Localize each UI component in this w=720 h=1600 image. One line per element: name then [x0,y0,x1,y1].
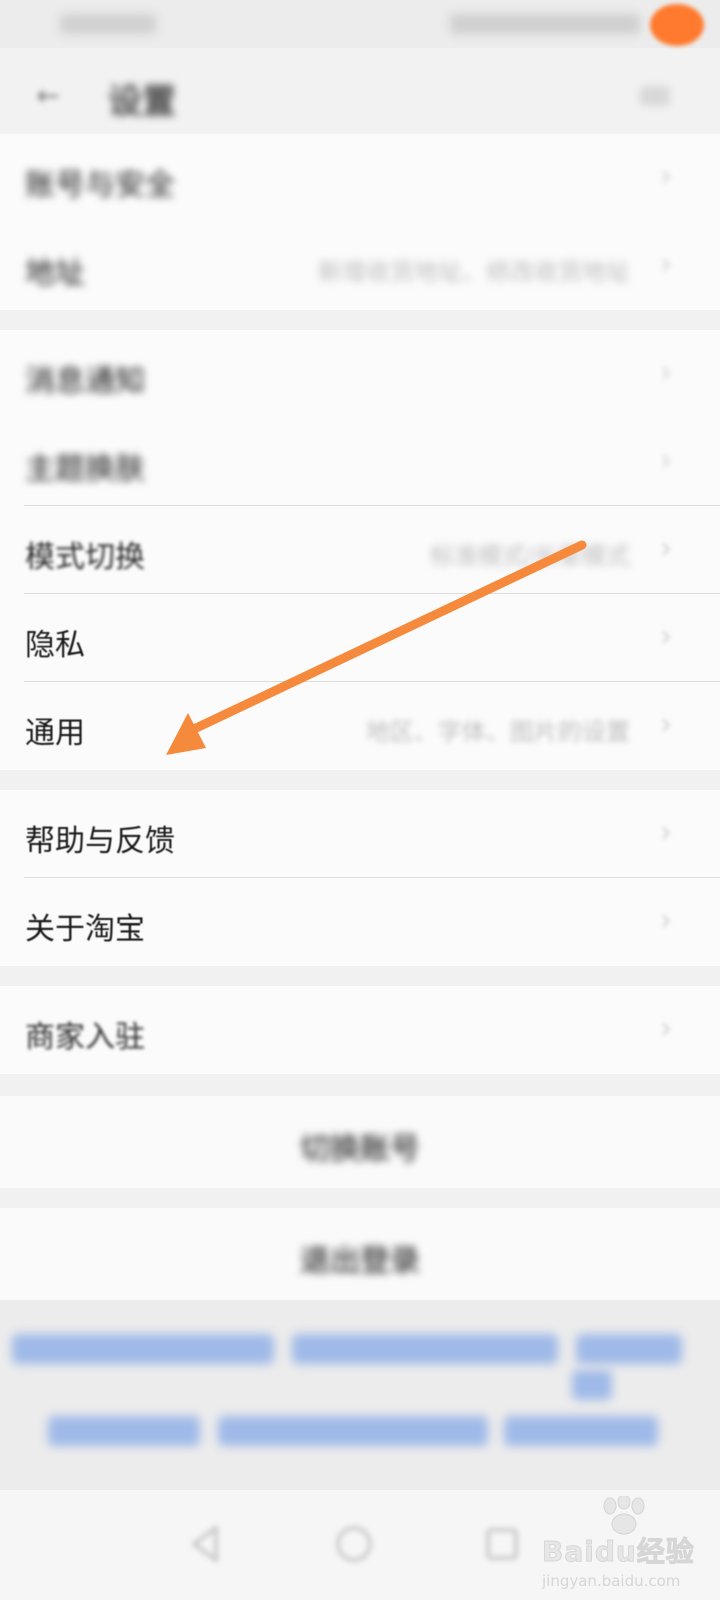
footer-legal-links [0,1300,720,1490]
row-label: 地址 [25,256,85,291]
status-bar [0,0,720,48]
row-about-taobao[interactable]: 关于淘宝 › [0,878,720,966]
row-label: 模式切换 [25,540,145,575]
baidu-jingyan-watermark: Baidu经验 jingyan.baidu.com [540,1490,710,1600]
footer-link[interactable] [12,1334,274,1364]
notification-dot [650,4,704,46]
settings-group-merchant: 商家入驻 › [0,986,720,1074]
row-address[interactable]: 地址 新增收货地址、修改收货地址 › [0,222,720,310]
footer-link[interactable] [576,1334,682,1364]
switch-account-label: 切换账号 [300,1132,420,1167]
row-merchant-join[interactable]: 商家入驻 › [0,986,720,1074]
settings-group-preferences: 消息通知 › 主题换肤 › 模式切换 标准模式/长辈模式 › 隐私 › 通用 地… [0,330,720,770]
row-message-notification[interactable]: 消息通知 › [0,330,720,418]
row-label: 通用 [25,716,85,751]
row-label: 主题换肤 [25,452,145,487]
row-value: 新增收货地址、修改收货地址 [318,258,630,286]
nav-recent-apps-icon[interactable] [480,1522,524,1566]
footer-link[interactable] [48,1416,200,1446]
watermark-brand: Baidu经验 [542,1535,695,1569]
row-label: 关于淘宝 [25,912,145,947]
chevron-right-icon: › [660,443,672,478]
row-privacy[interactable]: 隐私 › [0,594,720,682]
row-value: 标准模式/长辈模式 [429,542,630,570]
row-value: 地区、字体、图片的设置 [366,718,630,746]
row-theme[interactable]: 主题换肤 › [0,418,720,506]
row-mode-switch[interactable]: 模式切换 标准模式/长辈模式 › [0,506,720,594]
header-menu-icon[interactable] [640,86,670,106]
settings-group-help: 帮助与反馈 › 关于淘宝 › [0,790,720,966]
chevron-right-icon: › [660,159,672,194]
row-label: 商家入驻 [25,1020,145,1055]
row-general[interactable]: 通用 地区、字体、图片的设置 › [0,682,720,770]
app-header: ← 设置 [0,48,720,144]
chevron-right-icon: › [660,903,672,938]
chevron-right-icon: › [660,247,672,282]
status-bar-right-icons [450,14,640,34]
row-account-security[interactable]: 账号与安全 › [0,134,720,222]
footer-link[interactable] [218,1416,488,1446]
back-arrow-icon[interactable]: ← [30,80,66,112]
chevron-right-icon: › [660,531,672,566]
row-label: 账号与安全 [25,168,175,203]
chevron-right-icon: › [660,707,672,742]
status-bar-left-icons [60,14,156,34]
row-label: 消息通知 [25,364,145,399]
logout-label: 退出登录 [300,1244,420,1279]
page-title: 设置 [108,82,176,122]
row-label: 隐私 [25,628,85,663]
row-label: 帮助与反馈 [25,824,175,859]
nav-home-icon[interactable] [332,1522,376,1566]
nav-back-icon[interactable] [184,1522,228,1566]
chevron-right-icon: › [660,815,672,850]
settings-group-account: 账号与安全 › 地址 新增收货地址、修改收货地址 › [0,134,720,310]
footer-link[interactable] [572,1370,612,1400]
row-help-feedback[interactable]: 帮助与反馈 › [0,790,720,878]
chevron-right-icon: › [660,355,672,390]
footer-link[interactable] [504,1416,658,1446]
chevron-right-icon: › [660,1011,672,1046]
chevron-right-icon: › [660,619,672,654]
switch-account-button[interactable]: 切换账号 [0,1096,720,1188]
watermark-url: jingyan.baidu.com [542,1572,681,1590]
logout-button[interactable]: 退出登录 [0,1208,720,1300]
footer-link[interactable] [292,1334,558,1364]
